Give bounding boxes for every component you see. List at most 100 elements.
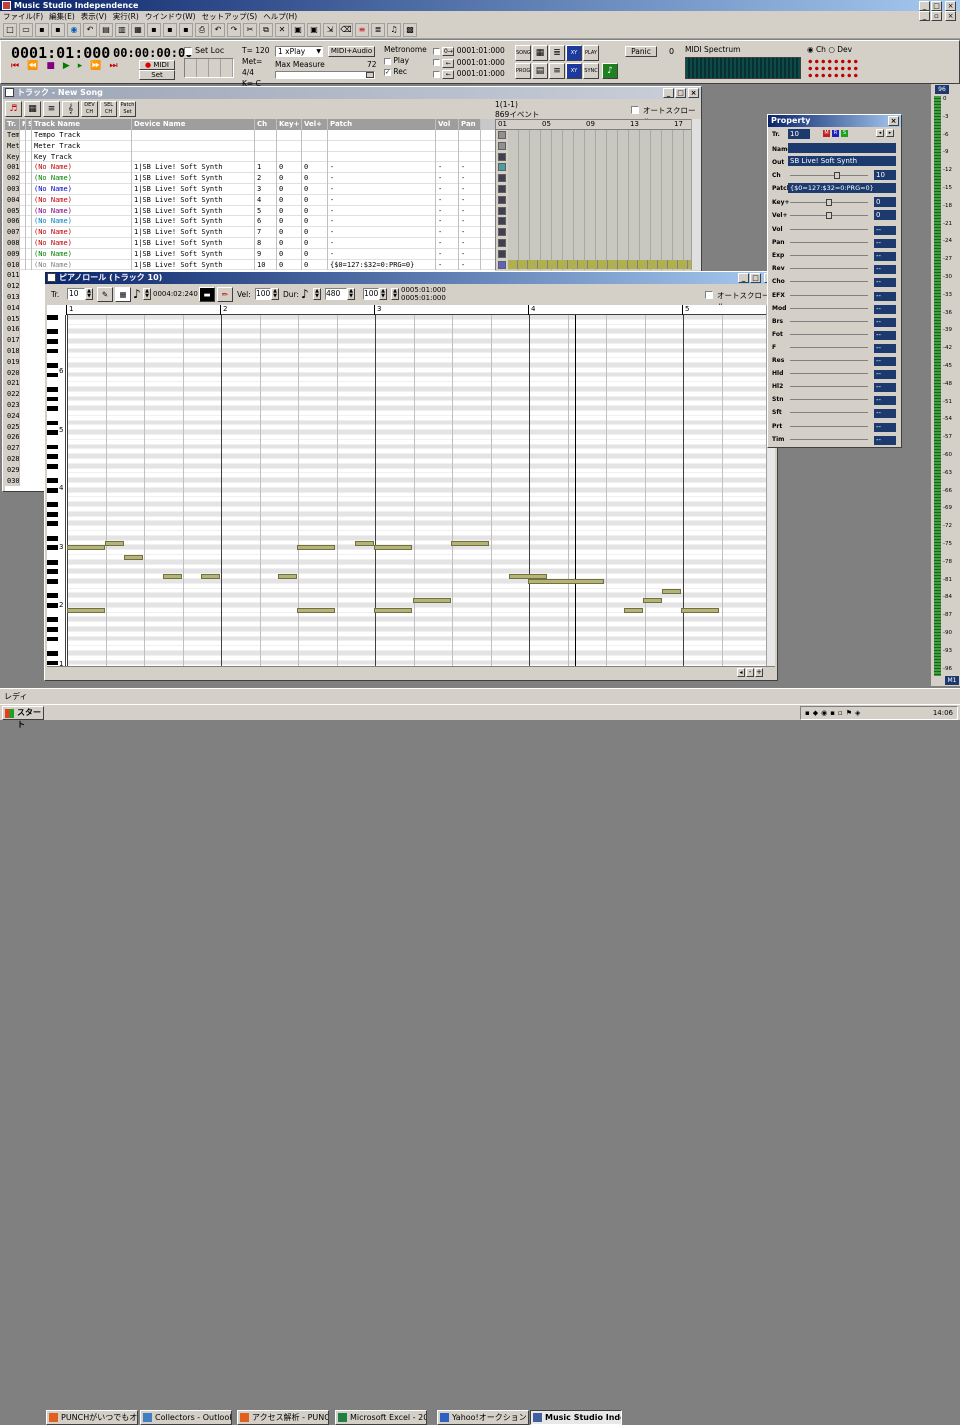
locator2-button[interactable]: ←: [442, 58, 455, 68]
prop-param-value[interactable]: --: [874, 239, 896, 249]
black-key[interactable]: [47, 636, 58, 642]
black-key[interactable]: [47, 463, 58, 469]
prop-param-slider[interactable]: [790, 360, 868, 361]
pr-gate-spinner[interactable]: ▲ ▼: [379, 288, 387, 300]
column-header[interactable]: Ch: [255, 119, 277, 130]
black-key[interactable]: [47, 363, 58, 368]
fader-tool-button[interactable]: ≣: [549, 45, 565, 61]
black-key[interactable]: [47, 569, 58, 575]
column-header[interactable]: Key+: [277, 119, 302, 130]
track-row[interactable]: 008 (No Name) 1|SB Live! Soft Synth 8 0 0- - -: [5, 238, 495, 249]
prop-param-slider[interactable]: [790, 242, 868, 244]
track-row[interactable]: 004 (No Name) 1|SB Live! Soft Synth 4 0 0- - -: [5, 194, 495, 206]
midi-note[interactable]: [374, 608, 412, 613]
grid-icon[interactable]: ▩: [403, 23, 417, 37]
track-autoscroll-checkbox[interactable]: [631, 106, 639, 114]
set-button[interactable]: Set: [139, 70, 175, 80]
column-header[interactable]: Vel+: [302, 119, 328, 130]
locator2-checkbox[interactable]: [433, 59, 440, 66]
prop-param-value[interactable]: --: [874, 343, 896, 353]
note-grid[interactable]: [67, 315, 766, 666]
black-key[interactable]: [47, 372, 58, 378]
prop-s-button[interactable]: S: [841, 130, 848, 137]
pr-hscrollbar[interactable]: ◂ - +: [47, 666, 775, 678]
black-key[interactable]: [47, 487, 58, 493]
black-key[interactable]: [47, 660, 58, 666]
max-measure-slider[interactable]: [275, 71, 375, 79]
black-key[interactable]: [47, 430, 58, 435]
cut-icon[interactable]: ✂: [243, 23, 257, 37]
prop-vel-value[interactable]: 0: [874, 210, 896, 220]
track-row[interactable]: 002 (No Name) 1|SB Live! Soft Synth 2 0 0- - -: [5, 173, 495, 184]
disk3-icon[interactable]: ▪: [179, 23, 193, 37]
arrangement-track-marker[interactable]: [498, 195, 506, 204]
zoom-out-icon[interactable]: -: [746, 668, 754, 677]
black-key[interactable]: [47, 535, 58, 541]
list2-icon[interactable]: ≣: [371, 23, 385, 37]
midi-note[interactable]: [163, 574, 182, 579]
arrangement-grid[interactable]: [508, 130, 692, 270]
taskbar-item[interactable]: Yahoo!オークション - Micr...: [437, 1410, 529, 1425]
track-align-icon[interactable]: ≡: [43, 101, 60, 117]
black-key[interactable]: [47, 348, 58, 354]
black-key[interactable]: [47, 406, 58, 411]
black-key[interactable]: [47, 396, 58, 402]
pr-dur-spinner[interactable]: ▲ ▼: [313, 288, 321, 300]
pr-dur-spinner2[interactable]: ▲ ▼: [347, 288, 355, 300]
midi-note[interactable]: [662, 589, 681, 594]
prop-param-slider[interactable]: [790, 333, 868, 335]
prop-param-value[interactable]: --: [874, 252, 896, 262]
disk2-icon[interactable]: ▪: [163, 23, 177, 37]
print-icon[interactable]: ⎙: [195, 23, 209, 37]
menu-item[interactable]: ヘルプ(H): [263, 11, 297, 22]
export-icon[interactable]: ▦: [131, 23, 145, 37]
midi-note[interactable]: [528, 579, 604, 584]
mdi-restore-button[interactable]: ▫: [931, 11, 942, 21]
arrangement-track-marker[interactable]: [498, 260, 506, 269]
midi-note[interactable]: [297, 608, 335, 613]
pr-pencil-icon[interactable]: ✏: [217, 287, 233, 302]
arrangement-track-marker[interactable]: [498, 163, 506, 172]
locator3-checkbox[interactable]: [433, 70, 440, 78]
black-key[interactable]: [47, 478, 58, 483]
insert-icon[interactable]: ⇲: [323, 23, 337, 37]
minimize-button[interactable]: _: [919, 1, 930, 11]
prop-param-value[interactable]: --: [874, 291, 896, 301]
tray-icons[interactable]: ▪◆◉▪▫⚑◈: [805, 707, 863, 719]
undo-icon[interactable]: ↶: [83, 23, 97, 37]
prop-tr-input[interactable]: 10: [788, 129, 810, 139]
track-row[interactable]: Tem Tempo Track: [5, 130, 495, 141]
prop-r-button[interactable]: R: [832, 130, 839, 137]
prop-param-slider[interactable]: [790, 294, 868, 296]
play-icon[interactable]: ▶: [63, 61, 70, 71]
taskbar-item[interactable]: アクセス解析 - PUNCHの...: [237, 1410, 329, 1425]
track-row[interactable]: 006 (No Name) 1|SB Live! Soft Synth 6 0 0- - -: [5, 216, 495, 228]
prop-param-value[interactable]: --: [874, 304, 896, 314]
property-close-button[interactable]: ×: [888, 116, 899, 126]
black-key[interactable]: [47, 502, 58, 507]
prop-param-slider[interactable]: [790, 412, 868, 414]
prop-param-slider[interactable]: [790, 255, 868, 257]
arrangement-track-marker[interactable]: [498, 152, 506, 161]
pr-position-spinner[interactable]: ▲ ▼: [143, 288, 151, 300]
song-tool-button[interactable]: SONG: [515, 45, 531, 61]
prop-name-input[interactable]: [788, 143, 896, 153]
prop-param-slider[interactable]: [790, 281, 868, 283]
midi-note[interactable]: [374, 545, 412, 550]
menu-item[interactable]: 表示(V): [81, 11, 107, 22]
prop-param-value[interactable]: --: [874, 409, 896, 419]
pr-quarter-note-icon[interactable]: ♪: [301, 287, 309, 301]
pr-black-tool[interactable]: ▬: [199, 287, 215, 302]
black-key[interactable]: [47, 651, 58, 656]
midi-note[interactable]: [451, 541, 489, 546]
pr-range-spinner[interactable]: ▲ ▼: [391, 288, 399, 300]
pr-note-grid-icon[interactable]: ▦: [115, 287, 131, 302]
black-key[interactable]: [47, 617, 58, 623]
prop-ch-slider[interactable]: [790, 172, 868, 179]
prop-m-button[interactable]: M: [823, 130, 830, 137]
prop-next-button[interactable]: ▸: [886, 129, 894, 137]
black-key[interactable]: [47, 387, 58, 392]
xy-tool-button[interactable]: XY: [566, 45, 582, 61]
solo-cell[interactable]: [26, 184, 32, 195]
column-header[interactable]: Tr.: [5, 119, 20, 130]
